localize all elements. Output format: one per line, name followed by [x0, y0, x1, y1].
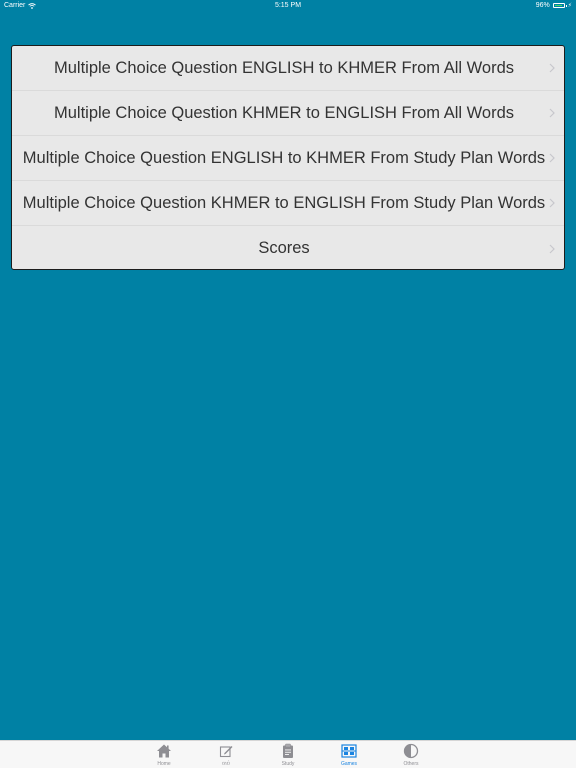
tab-label: Study: [281, 761, 295, 767]
tab-label: ចាប់: [222, 761, 230, 767]
status-time: 5:15 PM: [274, 2, 302, 9]
tab-label: Others: [403, 761, 419, 767]
menu-item-label: Multiple Choice Question KHMER to ENGLIS…: [22, 193, 546, 212]
tab-bar: Home ចាប់ Study Games Others: [0, 740, 576, 768]
chevron-right-icon: [549, 153, 555, 163]
games-icon: [341, 744, 357, 758]
edit-icon: [219, 746, 233, 758]
menu-item-label: Multiple Choice Question ENGLISH to KHME…: [22, 148, 546, 167]
menu-item-mcq-en-km-study-plan[interactable]: Multiple Choice Question ENGLISH to KHME…: [12, 136, 564, 181]
battery-percent: 96%: [535, 2, 550, 9]
tab-label: Games: [340, 761, 358, 767]
status-bar: Carrier 5:15 PM 96% ⚡: [0, 0, 576, 12]
menu-item-label: Multiple Choice Question ENGLISH to KHME…: [53, 58, 514, 77]
tab-label: Home: [157, 761, 171, 767]
home-icon: [157, 744, 171, 758]
menu-item-mcq-km-en-all[interactable]: Multiple Choice Question KHMER to ENGLIS…: [12, 91, 564, 136]
battery-icon: [552, 3, 567, 8]
contrast-icon: [403, 743, 419, 759]
clipboard-icon: [283, 743, 293, 758]
tab-home[interactable]: Home: [144, 742, 184, 768]
tab-study[interactable]: Study: [268, 742, 308, 768]
chevron-right-icon: [549, 108, 555, 118]
tab-games[interactable]: Games: [329, 742, 369, 768]
menu-item-mcq-en-km-all[interactable]: Multiple Choice Question ENGLISH to KHME…: [12, 46, 564, 91]
menu-item-scores[interactable]: Scores: [12, 226, 564, 269]
menu-item-label: Multiple Choice Question KHMER to ENGLIS…: [53, 103, 514, 122]
charging-bolt-icon: ⚡: [567, 3, 572, 9]
tab-others[interactable]: Others: [391, 742, 431, 768]
menu-item-label: Scores: [258, 239, 310, 257]
battery-group: 96% ⚡: [536, 2, 572, 9]
menu-list: Multiple Choice Question ENGLISH to KHME…: [11, 45, 565, 270]
menu-item-mcq-km-en-study-plan[interactable]: Multiple Choice Question KHMER to ENGLIS…: [12, 181, 564, 226]
chevron-right-icon: [549, 244, 555, 253]
chevron-right-icon: [549, 63, 555, 73]
battery-fill: [554, 5, 563, 6]
chevron-right-icon: [549, 198, 555, 208]
tab-khmer[interactable]: ចាប់: [206, 742, 246, 768]
